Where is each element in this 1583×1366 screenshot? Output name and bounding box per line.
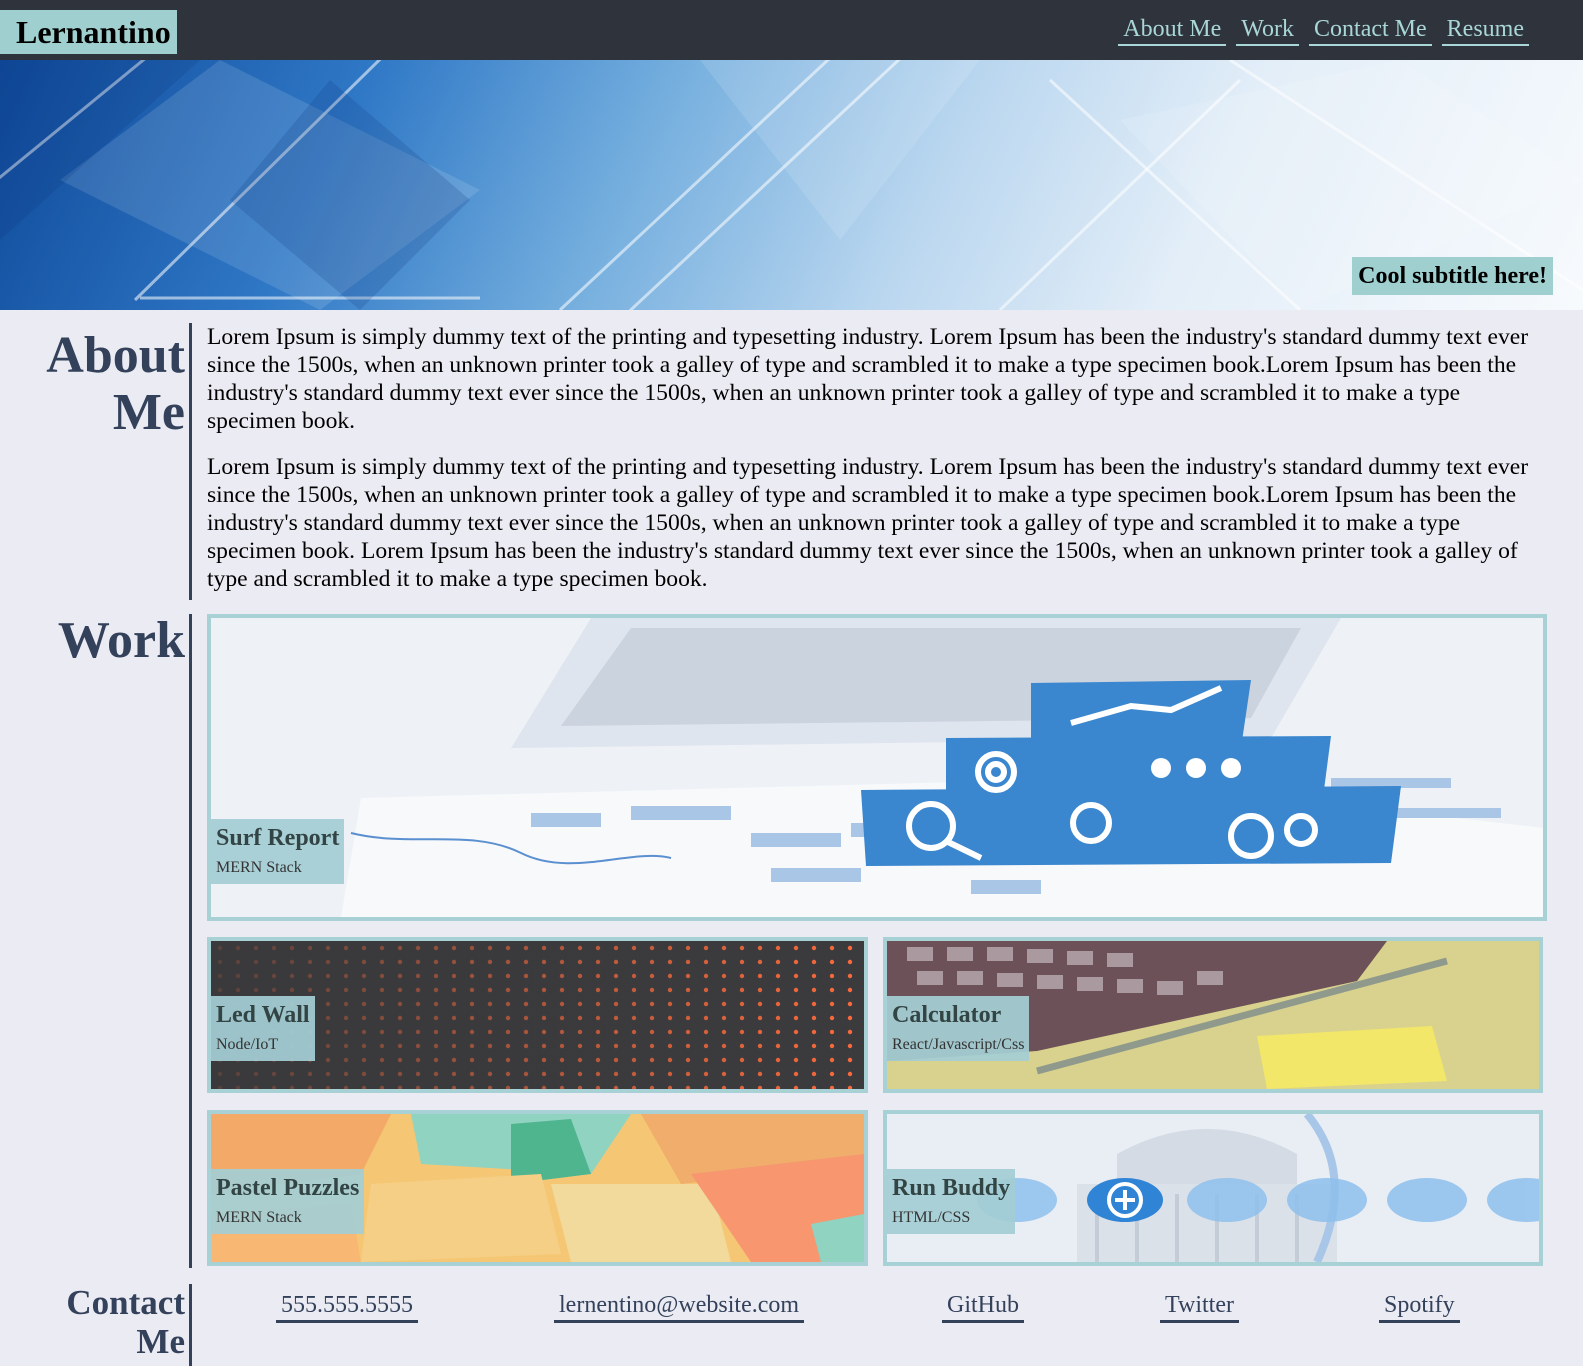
project-card-surf-report[interactable]: Surf Report MERN Stack xyxy=(207,614,1547,921)
main-nav: About Me Work Contact Me Resume xyxy=(1118,14,1529,46)
top-navbar: Lernantino About Me Work Contact Me Resu… xyxy=(0,0,1583,60)
nav-resume[interactable]: Resume xyxy=(1441,14,1529,46)
project-title: Run Buddy xyxy=(892,1175,1011,1201)
project-label: Run Buddy HTML/CSS xyxy=(887,1169,1016,1234)
project-label: Calculator React/Javascript/Css xyxy=(887,996,1030,1061)
contact-links: 555.555.5555 lernentino@website.com GitH… xyxy=(207,1290,1537,1330)
project-title: Calculator xyxy=(892,1002,1002,1028)
contact-github-link[interactable]: GitHub xyxy=(942,1290,1024,1323)
project-stack: Node/IoT xyxy=(216,1036,279,1053)
hero-banner: Cool subtitle here! xyxy=(0,60,1583,310)
project-stack: HTML/CSS xyxy=(892,1209,971,1226)
project-title: Surf Report xyxy=(216,825,340,851)
about-heading: About Me xyxy=(46,327,185,442)
contact-twitter-link[interactable]: Twitter xyxy=(1160,1290,1239,1323)
about-paragraph: Lorem Ipsum is simply dummy text of the … xyxy=(207,454,1529,592)
contact-divider xyxy=(189,1284,192,1366)
surf-report-image xyxy=(211,618,1543,917)
nav-about-me[interactable]: About Me xyxy=(1118,14,1227,46)
project-label: Led Wall Node/IoT xyxy=(211,996,315,1061)
site-brand[interactable]: Lernantino xyxy=(0,10,177,54)
hero-geometric-pattern xyxy=(0,60,1583,310)
about-text: Lorem Ipsum is simply dummy text of the … xyxy=(207,323,1537,611)
project-stack: MERN Stack xyxy=(216,1209,302,1226)
project-card-pastel-puzzles[interactable]: Pastel Puzzles MERN Stack xyxy=(207,1110,868,1266)
project-label: Surf Report MERN Stack xyxy=(211,819,345,884)
work-divider xyxy=(189,614,192,1268)
project-card-led-wall[interactable]: Led Wall Node/IoT xyxy=(207,937,868,1093)
project-card-calculator[interactable]: Calculator React/Javascript/Css xyxy=(883,937,1543,1093)
project-card-run-buddy[interactable]: Run Buddy HTML/CSS xyxy=(883,1110,1543,1266)
nav-work[interactable]: Work xyxy=(1236,14,1300,46)
about-divider xyxy=(189,323,192,600)
project-title: Pastel Puzzles xyxy=(216,1175,360,1201)
project-label: Pastel Puzzles MERN Stack xyxy=(211,1169,365,1234)
about-paragraph: Lorem Ipsum is simply dummy text of the … xyxy=(207,324,1529,434)
project-stack: MERN Stack xyxy=(216,859,302,876)
project-title: Led Wall xyxy=(216,1002,310,1028)
contact-phone-link[interactable]: 555.555.5555 xyxy=(276,1290,418,1323)
nav-contact-me[interactable]: Contact Me xyxy=(1309,14,1432,46)
project-stack: React/Javascript/Css xyxy=(892,1036,1025,1053)
contact-heading: Contact Me xyxy=(66,1283,185,1361)
work-heading: Work xyxy=(57,612,185,669)
hero-subtitle: Cool subtitle here! xyxy=(1352,257,1553,295)
contact-email-link[interactable]: lernentino@website.com xyxy=(554,1290,805,1323)
contact-spotify-link[interactable]: Spotify xyxy=(1379,1290,1460,1323)
